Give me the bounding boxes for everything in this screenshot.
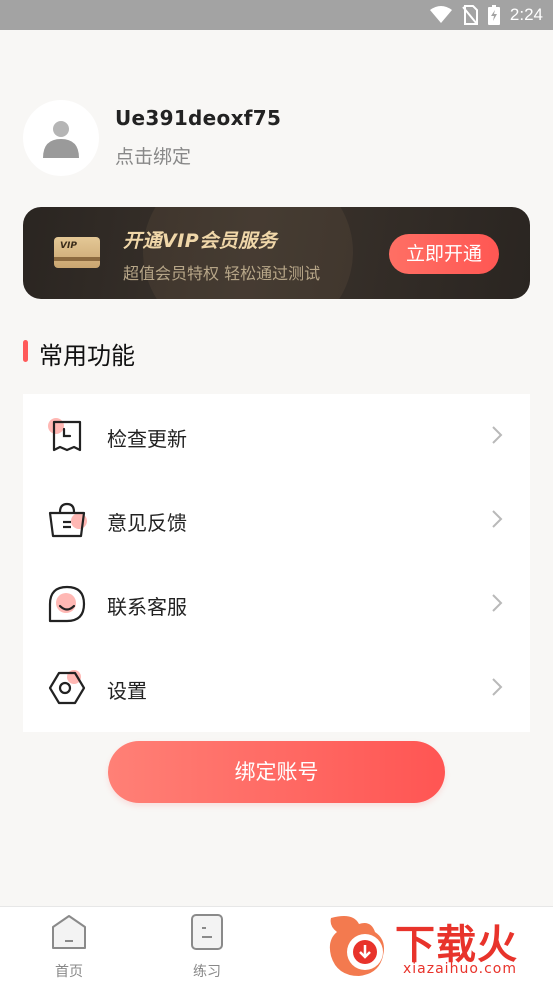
vip-badge-text: VIP bbox=[60, 241, 77, 251]
watermark-logo: 下载火 xiazaihuo.com bbox=[323, 910, 553, 983]
practice-icon bbox=[191, 914, 223, 950]
profile-section[interactable]: Ue391deoxf75 点击绑定 bbox=[23, 100, 533, 178]
section-title: 常用功能 bbox=[39, 342, 135, 370]
clock-doc-icon bbox=[48, 418, 82, 452]
tab-label: 首页 bbox=[55, 964, 83, 980]
battery-icon bbox=[487, 5, 500, 25]
bind-hint-link[interactable]: 点击绑定 bbox=[115, 142, 191, 169]
vip-open-button[interactable]: 立即开通 bbox=[389, 234, 499, 274]
menu-item-label: 设置 bbox=[107, 679, 147, 703]
menu-item-settings[interactable]: 设置 bbox=[23, 646, 530, 730]
menu-item-feedback[interactable]: 意见反馈 bbox=[23, 478, 530, 562]
vip-card-icon: VIP bbox=[54, 237, 100, 268]
vip-subtitle: 超值会员特权 轻松通过测试 bbox=[123, 264, 321, 283]
section-accent-bar bbox=[23, 340, 28, 362]
username: Ue391deoxf75 bbox=[115, 106, 282, 130]
bind-account-button[interactable]: 绑定账号 bbox=[108, 741, 445, 803]
vip-title: 开通VIP会员服务 bbox=[123, 230, 278, 252]
home-icon bbox=[52, 915, 86, 949]
vip-card[interactable]: VIP 开通VIP会员服务 超值会员特权 轻松通过测试 立即开通 bbox=[23, 207, 530, 299]
chevron-right-icon bbox=[492, 678, 503, 696]
status-bar: 2:24 bbox=[0, 0, 553, 30]
user-icon bbox=[43, 121, 79, 158]
smile-chat-icon bbox=[48, 585, 86, 623]
vip-glow-decoration bbox=[143, 207, 353, 299]
wifi-icon bbox=[429, 6, 452, 23]
flame-logo-icon bbox=[329, 916, 384, 976]
tab-label: 练习 bbox=[193, 964, 221, 980]
menu-item-label: 联系客服 bbox=[107, 595, 187, 619]
hex-settings-icon bbox=[48, 670, 86, 705]
menu-item-customer-service[interactable]: 联系客服 bbox=[23, 562, 530, 646]
no-sim-icon bbox=[462, 5, 478, 25]
status-icons: 2:24 bbox=[429, 0, 543, 30]
vip-badge-stripe bbox=[54, 257, 100, 261]
function-menu: 检查更新 意见反馈 联系客服 设置 bbox=[23, 394, 530, 732]
bag-icon bbox=[48, 502, 87, 538]
tab-practice[interactable]: 练习 bbox=[157, 907, 257, 983]
menu-item-check-update[interactable]: 检查更新 bbox=[23, 394, 530, 478]
menu-item-label: 意见反馈 bbox=[107, 511, 187, 535]
avatar[interactable] bbox=[23, 100, 99, 176]
chevron-right-icon bbox=[492, 594, 503, 612]
tab-home[interactable]: 首页 bbox=[19, 907, 119, 983]
status-time: 2:24 bbox=[509, 5, 543, 24]
watermark-url: xiazaihuo.com bbox=[403, 961, 517, 977]
chevron-right-icon bbox=[492, 510, 503, 528]
chevron-right-icon bbox=[492, 426, 503, 444]
menu-item-label: 检查更新 bbox=[107, 427, 187, 451]
